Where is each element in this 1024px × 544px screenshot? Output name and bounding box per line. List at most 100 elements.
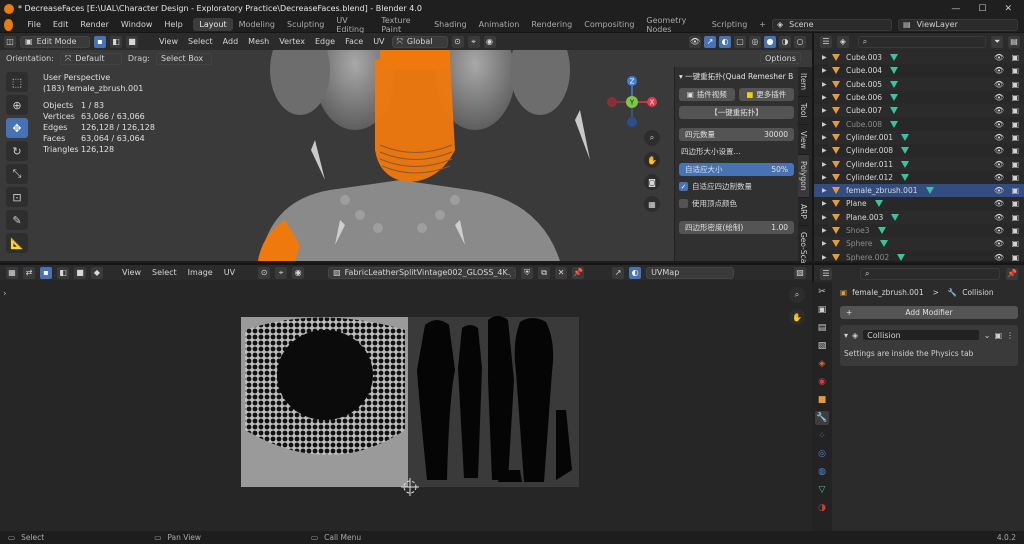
- eye-icon[interactable]: 👁: [994, 213, 1004, 222]
- wireframe-shading-icon[interactable]: ◎: [749, 35, 761, 48]
- gizmo-toggle-icon[interactable]: ↗: [704, 35, 716, 48]
- quad-density-field[interactable]: 四边形密度(绘制) 1.00: [679, 221, 794, 234]
- tab-shading[interactable]: Shading: [428, 18, 473, 31]
- expand-arrow-icon[interactable]: ▶: [822, 54, 832, 61]
- display-mode-icon[interactable]: ◈: [836, 35, 849, 48]
- output-tab-icon[interactable]: ▤: [815, 321, 829, 335]
- outliner-row[interactable]: ▶ Cube.008 👁 ▣: [814, 117, 1024, 130]
- render-camera-icon[interactable]: ▣: [1011, 199, 1019, 208]
- outliner-search-input[interactable]: ⌕: [857, 35, 987, 48]
- menu-uv[interactable]: UV: [370, 37, 387, 46]
- menu-file[interactable]: File: [21, 20, 46, 29]
- outliner-row[interactable]: ▶ Plane 👁 ▣: [814, 197, 1024, 210]
- expand-arrow-icon[interactable]: ▶: [822, 134, 832, 141]
- tab-layout[interactable]: Layout: [193, 18, 233, 31]
- menu-face[interactable]: Face: [342, 37, 366, 46]
- quad-remesher-panel-header[interactable]: ▾ 一键重拓扑(Quad Remesher B: [679, 71, 794, 82]
- render-camera-icon[interactable]: ▣: [1011, 93, 1019, 102]
- scale-tool-icon[interactable]: ⤡: [6, 164, 28, 184]
- render-camera-icon[interactable]: ▣: [1011, 226, 1019, 235]
- render-camera-icon[interactable]: ▣: [1011, 173, 1019, 182]
- menu-view[interactable]: View: [156, 37, 181, 46]
- data-tab-icon[interactable]: ▽: [815, 483, 829, 497]
- modifier-name-field[interactable]: Collision: [862, 329, 980, 341]
- menu-vertex[interactable]: Vertex: [276, 37, 308, 46]
- render-camera-icon[interactable]: ▣: [1011, 253, 1019, 262]
- render-camera-icon[interactable]: ▣: [1011, 120, 1019, 129]
- transform-orientation-dropdown[interactable]: ⤧ Global: [391, 35, 448, 48]
- particles-tab-icon[interactable]: ⁘: [815, 429, 829, 443]
- tab-rendering[interactable]: Rendering: [525, 18, 578, 31]
- render-camera-icon[interactable]: ▣: [1011, 146, 1019, 155]
- menu-edge[interactable]: Edge: [312, 37, 338, 46]
- uv-overlay-icon[interactable]: ◐: [629, 266, 642, 279]
- zoom-icon[interactable]: ⌕: [644, 130, 660, 146]
- eye-icon[interactable]: 👁: [994, 253, 1004, 262]
- uv-editor-type-icon[interactable]: ▦: [6, 266, 18, 279]
- edge-select-icon[interactable]: ◧: [110, 35, 122, 48]
- uv-face-select-icon[interactable]: ■: [74, 266, 86, 279]
- scene-selector[interactable]: ◈ Scene: [772, 18, 892, 31]
- editor-type-icon[interactable]: ◫: [4, 35, 16, 48]
- snap-icon[interactable]: ⌖: [467, 35, 480, 48]
- quad-count-field[interactable]: 四元数量 30000: [679, 128, 794, 141]
- vertex-select-icon[interactable]: ▪: [94, 35, 106, 48]
- outliner-row[interactable]: ▶ female_zbrush.001 👁 ▣: [814, 183, 1024, 198]
- properties-editor-icon[interactable]: ☰: [820, 267, 832, 280]
- outliner-editor-icon[interactable]: ☰: [820, 35, 832, 48]
- render-camera-icon[interactable]: ▣: [1011, 239, 1019, 248]
- uv-zoom-icon[interactable]: ⌕: [789, 287, 805, 303]
- filter-icon[interactable]: ⏷: [991, 35, 1004, 48]
- modifier-tab-icon[interactable]: 🔧: [815, 411, 829, 425]
- menu-add[interactable]: Add: [220, 37, 242, 46]
- options-dropdown[interactable]: Options: [760, 52, 801, 64]
- expand-arrow-icon[interactable]: ▶: [822, 121, 832, 128]
- perspective-grid-icon[interactable]: ▦: [644, 196, 660, 212]
- pivot-icon[interactable]: ⊙: [451, 35, 464, 48]
- unlink-image-icon[interactable]: ✕: [555, 266, 568, 279]
- material-tab-icon[interactable]: ◑: [815, 501, 829, 515]
- menu-help[interactable]: Help: [158, 20, 188, 29]
- uv-menu-image[interactable]: Image: [185, 268, 216, 277]
- render-camera-icon[interactable]: ▣: [1011, 160, 1019, 169]
- viewlayer-selector[interactable]: ▤ ViewLayer: [898, 18, 1018, 31]
- transform-tool-icon[interactable]: ⊡: [6, 187, 28, 207]
- uv-sync-icon[interactable]: ⇄: [23, 266, 35, 279]
- tab-scripting[interactable]: Scripting: [706, 18, 754, 31]
- eye-icon[interactable]: 👁: [994, 106, 1004, 115]
- uv-proportional-icon[interactable]: ◉: [292, 266, 305, 279]
- render-camera-icon[interactable]: ▣: [1011, 133, 1019, 142]
- outliner-row[interactable]: ▶ Cube.007 👁 ▣: [814, 104, 1024, 118]
- tab-animation[interactable]: Animation: [473, 18, 526, 31]
- uv-menu-select[interactable]: Select: [149, 268, 180, 277]
- move-tool-icon[interactable]: ✥: [6, 118, 28, 138]
- rendered-shading-icon[interactable]: ○: [794, 35, 806, 48]
- outliner-row[interactable]: ▶ Cube.005 👁 ▣: [814, 77, 1024, 91]
- camera-view-icon[interactable]: ◙: [644, 174, 660, 190]
- uv-vertex-select-icon[interactable]: ▪: [40, 266, 52, 279]
- xray-icon[interactable]: ▢: [734, 35, 746, 48]
- uv-snap-icon[interactable]: ⌖: [275, 266, 288, 279]
- expand-arrow-icon[interactable]: ▶: [822, 187, 832, 194]
- outliner-row[interactable]: ▶ Cube.006 👁 ▣: [814, 91, 1024, 104]
- outliner-row[interactable]: ▶ Cylinder.011 👁 ▣: [814, 157, 1024, 171]
- modifier-camera-icon[interactable]: ▣: [994, 331, 1002, 340]
- render-camera-icon[interactable]: ▣: [1011, 186, 1019, 195]
- expand-arrow-icon[interactable]: ▶: [822, 107, 832, 114]
- new-collection-icon[interactable]: ▤: [1008, 35, 1021, 48]
- eye-icon[interactable]: 👁: [994, 93, 1004, 102]
- render-camera-icon[interactable]: ▣: [1011, 80, 1019, 89]
- pin-icon[interactable]: 📌: [572, 266, 585, 279]
- expand-arrow-icon[interactable]: ▶: [822, 240, 832, 247]
- eye-icon[interactable]: 👁: [994, 53, 1004, 62]
- eye-icon[interactable]: 👁: [994, 186, 1004, 195]
- outliner-row[interactable]: ▶ Plane.003 👁 ▣: [814, 210, 1024, 224]
- close-button[interactable]: ✕: [1004, 4, 1012, 14]
- constraints-tab-icon[interactable]: ◍: [815, 465, 829, 479]
- add-modifier-button[interactable]: + Add Modifier: [840, 306, 1018, 319]
- rotate-tool-icon[interactable]: ↻: [6, 141, 28, 161]
- tab-sculpting[interactable]: Sculpting: [281, 18, 330, 31]
- render-camera-icon[interactable]: ▣: [1011, 213, 1019, 222]
- one-click-remesh-button[interactable]: 【一键重拓扑】: [679, 106, 794, 119]
- outliner-row[interactable]: ▶ Sphere 👁 ▣: [814, 237, 1024, 251]
